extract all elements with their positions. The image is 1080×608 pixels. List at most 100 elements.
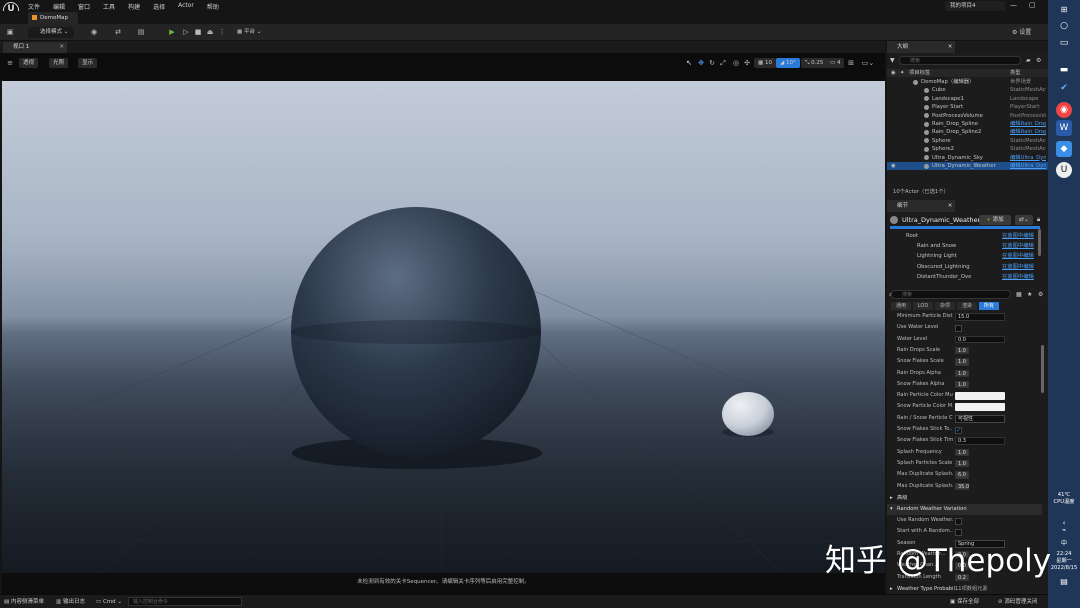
blueprint-icon[interactable]: ⇄ [112,27,124,38]
edit-in-blueprint-link[interactable]: 在蓝图中编辑 [1002,262,1034,272]
menu-item[interactable]: 构建 [128,2,140,11]
menu-item[interactable]: 文件 [28,2,40,11]
tab-details[interactable]: 细节 ✕ [887,200,955,212]
details-search-input[interactable]: 搜索 [891,290,1011,299]
scale-snap-button[interactable]: ⤡ 0.25 [801,58,828,68]
outliner-row[interactable]: Landscape1 Landscape [887,95,1048,103]
close-icon[interactable]: ✕ [59,42,64,53]
ime-indicator[interactable]: 中 [1048,540,1080,547]
source-control-button[interactable]: ⊘ 源码管理关闭 [998,598,1037,606]
lock-icon[interactable]: 🔒︎ [1037,215,1040,225]
tab-demomap[interactable]: DemoMap [28,12,78,24]
outliner-row[interactable]: Rain_Drop_Spline 编辑Rain_Drop_ [887,120,1048,128]
menu-item[interactable]: 窗口 [78,2,90,11]
tab-outliner[interactable]: 大纲 ✕ [887,41,955,53]
maximize-icon[interactable]: ▢ [1029,1,1036,9]
outliner-row[interactable]: Ultra_Dynamic_Weather 编辑Ultra_Dyn ◉ [887,162,1048,171]
surface-snap-icon[interactable]: ✣ [742,58,752,68]
edit-in-blueprint-link[interactable]: 在蓝图中编辑 [1002,272,1034,282]
blueprint-options-icon[interactable]: ⇄⌄ [1015,215,1033,225]
stop-icon[interactable]: ■ [192,27,204,38]
details-scrollbar[interactable] [1041,345,1044,393]
outliner-row[interactable]: Sphere2 StaticMeshActor [887,145,1048,153]
grid-view-icon[interactable]: ▦ [1016,291,1022,298]
gear-icon[interactable]: ⚙ [1038,291,1043,298]
unreal-engine-icon[interactable]: U [1056,162,1072,178]
property-value-input[interactable]: 0.0 [955,335,1005,344]
outliner-row[interactable]: Rain_Drop_Spline2 编辑Rain_Drop_ [887,128,1048,136]
menu-item[interactable]: 选择 [153,2,165,11]
filter-tab[interactable]: 所有 [979,302,999,310]
maximize-viewport-icon[interactable]: ⊞ [846,58,856,68]
platform-dropdown[interactable]: ▦ 平台 ⌄ [237,27,261,38]
component-row[interactable]: Rain and Snow 在蓝图中编辑 [887,241,1042,251]
level-viewport[interactable] [2,81,885,573]
task-view-icon[interactable]: ▭ [1056,35,1072,51]
settings-button[interactable]: ⚙ 设置 [1012,27,1031,38]
column-label-header[interactable]: 项目标签 [909,69,930,77]
outliner-search-input[interactable]: 搜索 [899,56,1021,65]
save-icon[interactable]: ▣ [4,27,16,38]
edit-in-blueprint-link[interactable]: 在蓝图中编辑 [1002,241,1034,251]
property-value-input[interactable]: 1.0 [955,380,969,389]
property-value-input[interactable]: 6.0 [955,471,969,479]
component-row[interactable]: Lightning Light 在蓝图中编辑 [887,251,1042,261]
property-value-input[interactable]: 15.0 [955,313,1005,321]
filter-tab[interactable]: 通用 [891,302,911,310]
color-swatch[interactable] [955,403,1005,412]
eject-icon[interactable]: ⏏ [204,27,216,38]
visibility-icon[interactable]: ◉ [891,162,896,170]
add-content-icon[interactable]: ◉ [88,27,100,38]
menu-item[interactable]: Actor [178,2,194,11]
outliner-row[interactable]: Sphere StaticMeshActor [887,137,1048,145]
show-button[interactable]: 显示 [78,58,98,68]
search-icon[interactable]: ○ [1056,18,1072,34]
menu-item[interactable]: 帮助 [207,2,219,11]
gear-icon[interactable]: ⚙ [1036,57,1041,64]
property-value-input[interactable]: 1.0 [955,358,969,366]
menu-item[interactable]: 工具 [103,2,115,11]
word-icon[interactable]: W [1056,120,1072,136]
close-icon[interactable]: ✕ [948,203,953,209]
cinematics-icon[interactable]: ▤ [135,27,147,38]
console-input[interactable]: 输入控制台命令 [128,597,242,606]
property-value-input[interactable]: 1.0 [955,369,969,377]
property-checkbox[interactable] [955,324,962,332]
component-row[interactable]: Root 在蓝图中编辑 [887,231,1042,241]
lit-button[interactable]: 光照 [49,58,69,68]
notification-icon[interactable]: ▤ [1048,578,1080,586]
property-value-input[interactable]: 0.3 [955,437,1005,445]
app-icon[interactable]: ✔ [1056,80,1072,96]
outliner-row-type[interactable]: 编辑Ultra_Dyn [1010,154,1046,162]
filter-tab[interactable]: 渲染 [957,302,977,310]
property-dropdown[interactable]: 可视性 [955,414,1005,423]
hamburger-icon[interactable]: ≡ [5,58,15,68]
property-value-input[interactable]: 1.0 [955,346,969,355]
camera-speed-button[interactable]: ▭ 4 [826,58,845,68]
outliner-row[interactable]: PostProcessVolume PostProcessVolume [887,112,1048,120]
column-type-header[interactable]: 类型 [1010,69,1021,77]
property-value-input[interactable]: 35.0 [955,482,969,490]
property-section[interactable]: ▸ 高级 [887,493,1042,504]
output-log-button[interactable]: ▥ 输出日志 [56,598,85,606]
content-drawer-button[interactable]: ▤ 内容侧滑菜单 [4,598,44,606]
outliner-row-type[interactable]: 编辑Rain_Drop_ [1010,120,1046,128]
close-icon[interactable]: ✕ [948,44,953,50]
edit-in-blueprint-link[interactable]: 在蓝图中编辑 [1002,231,1034,241]
property-value-input[interactable]: 1.0 [955,448,969,457]
mode-dropdown[interactable]: 选择模式 ⌄ [28,27,74,38]
scale-tool-icon[interactable]: ⤢ [718,58,728,68]
perspective-button[interactable]: 透视 [19,58,39,68]
translate-tool-icon[interactable]: ✥ [696,58,706,68]
rotation-snap-button[interactable]: ◢ 10° [776,58,800,68]
property-section[interactable]: ▾ Random Weather Variation [887,504,1042,515]
edit-in-blueprint-link[interactable]: 在蓝图中编辑 [1002,251,1034,261]
select-tool-icon[interactable]: ↖ [684,58,694,68]
step-icon[interactable]: ▷ [180,27,192,38]
outliner-row[interactable]: DemoMap（编辑器） 世界场景 [887,78,1048,86]
component-scrollbar[interactable] [1038,229,1041,256]
outliner-row[interactable]: Player Start PlayerStart [887,103,1048,111]
component-row[interactable]: Obscured_Lightning 在蓝图中编辑 [887,262,1042,272]
windows-start-icon[interactable]: ⊞ [1056,2,1072,18]
chrome-icon[interactable]: ◉ [1056,102,1072,118]
